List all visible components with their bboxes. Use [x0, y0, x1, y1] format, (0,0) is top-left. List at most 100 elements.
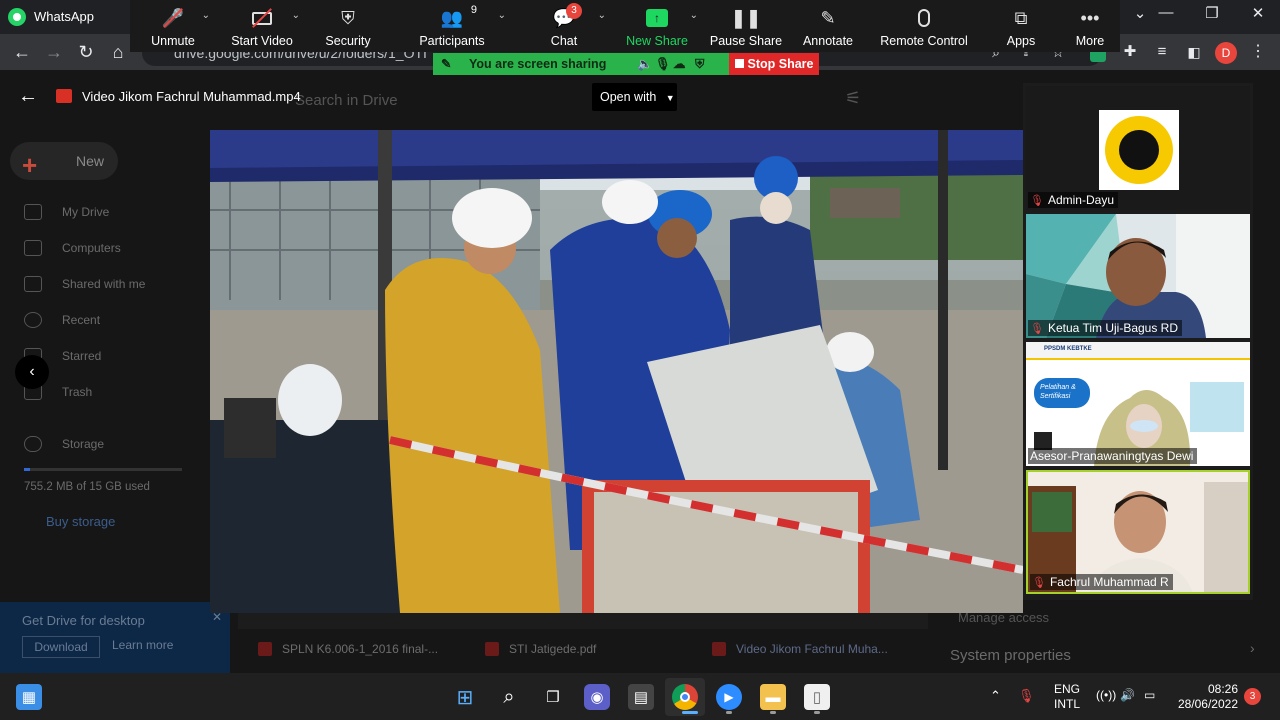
chevron-down-icon[interactable]: ⌄ [202, 10, 210, 21]
input-language[interactable]: ENG INTL [1050, 682, 1084, 712]
sidebar-label: Storage [62, 437, 105, 451]
restore-button[interactable]: ❐ [1192, 4, 1232, 22]
file-grid-strip [238, 613, 928, 629]
tray-chevron-up-icon[interactable]: ⌃ [990, 688, 1001, 703]
chevron-down-icon[interactable]: ⌄ [498, 10, 506, 21]
profile-avatar[interactable]: D [1215, 42, 1237, 64]
language-code: ENG [1053, 682, 1080, 696]
microphone-muted-icon: 🎤 [160, 6, 186, 30]
participant-tile[interactable]: 🎙 Admin-Dayu [1026, 86, 1250, 210]
widgets-icon[interactable]: ▦ [16, 684, 42, 710]
participant-name: Ketua Tim Uji-Bagus RD [1047, 321, 1179, 335]
clock-date: 28/06/2022 [1177, 697, 1238, 711]
sidebar-label: Trash [62, 385, 93, 399]
minimize-button[interactable]: — [1146, 4, 1186, 21]
pause-share-button[interactable]: ❚❚ Pause Share [702, 0, 790, 52]
apps-button[interactable]: ⧉ Apps [982, 0, 1060, 52]
security-button[interactable]: ⛨ Security [308, 0, 388, 52]
storage-bar [24, 468, 182, 471]
forward-arrow-icon[interactable]: → [40, 38, 68, 66]
running-indicator [726, 711, 732, 714]
remote-control-button[interactable]: Remote Control [866, 0, 982, 52]
participant-tile-active[interactable]: 🎙 Fachrul Muhammad R [1026, 470, 1250, 594]
storage-used: 755.2 MB of 15 GB used [24, 481, 150, 493]
microphone-muted-icon: 🎙 [655, 57, 671, 71]
kebab-menu-icon[interactable]: ⋮ [1244, 38, 1272, 66]
sidebar-label: Shared with me [62, 277, 146, 291]
participant-tile[interactable]: 🎙 Ketua Tim Uji-Bagus RD [1026, 214, 1250, 338]
side-panel-icon[interactable]: ◧ [1180, 38, 1208, 66]
shield-icon: ⛨ [695, 57, 705, 71]
cloud-icon: ☁ [673, 57, 686, 71]
search-icon[interactable]: ⌕ [496, 684, 522, 710]
clock[interactable]: 08:26 28/06/2022 [1172, 682, 1238, 712]
close-window-button[interactable]: ✕ [1238, 4, 1278, 22]
participants-icon: 👥 9 [440, 4, 477, 28]
file-explorer-icon[interactable]: ▬ [760, 684, 786, 710]
zoom-icon[interactable]: ▶ [716, 684, 742, 710]
microphone-in-use-icon[interactable]: 🎙 [1018, 688, 1035, 703]
chat-badge: 3 [566, 3, 582, 19]
microphone-muted-icon: 🎙 [1030, 194, 1044, 207]
toolbar-label: Chat [550, 34, 578, 48]
tab-title: WhatsApp [34, 9, 94, 24]
system-properties-heading: System properties [950, 647, 1071, 664]
whatsapp-tab[interactable]: WhatsApp [8, 4, 94, 30]
puzzle-extensions-icon[interactable]: ✚ [1116, 38, 1144, 66]
participant-name-tag: 🎙 Admin-Dayu [1028, 192, 1118, 208]
share-arrow: ↑ [646, 9, 668, 27]
back-arrow-icon[interactable]: ← [18, 85, 48, 108]
zoom-share-toolbar: 🎤 ⌄ Unmute ⌄ Start Video ⛨ Security 👥9 ⌄… [130, 0, 1120, 52]
notification-badge[interactable]: 3 [1244, 688, 1261, 705]
share-screen-icon: ↑ [644, 6, 670, 30]
task-view-icon[interactable]: ❐ [540, 684, 566, 710]
microphone-muted-icon: 🎙 [1032, 576, 1046, 589]
stop-share-button[interactable]: Stop Share [729, 53, 819, 75]
participant-name-tag: Asesor-Pranawaningtyas Dewi [1028, 448, 1198, 464]
start-video-button[interactable]: ⌄ Start Video [216, 0, 308, 52]
apps-icon: ⧉ [1014, 7, 1028, 28]
chat-app-icon[interactable]: ◉ [584, 684, 610, 710]
back-arrow-icon[interactable]: ← [8, 38, 36, 66]
video-file-icon [712, 642, 726, 656]
sidebar-item-recent: Recent [24, 312, 100, 328]
cloud-icon [24, 436, 42, 452]
get-drive-title: Get Drive for desktop [22, 613, 145, 628]
previous-file-button[interactable]: ‹ [15, 355, 49, 389]
annotate-button[interactable]: ✎ Annotate [790, 0, 866, 52]
unmute-button[interactable]: 🎤 ⌄ Unmute [130, 0, 216, 52]
wifi-icon[interactable]: ((•)) [1096, 688, 1116, 703]
new-share-button[interactable]: ↑ ⌄ New Share [612, 0, 702, 52]
participants-button[interactable]: 👥 9 ⌄ Participants [388, 0, 516, 52]
home-icon[interactable]: ⌂ [104, 38, 132, 66]
sidebar-item-storage: Storage [24, 436, 104, 452]
battery-icon[interactable]: ▭ [1144, 688, 1155, 703]
chevron-down-icon[interactable]: ⌄ [598, 10, 606, 21]
media-playlist-icon[interactable]: ≡ [1148, 38, 1176, 66]
speaker-icon: 🔈 [637, 57, 653, 71]
chevron-down-icon[interactable]: ⌄ [292, 10, 300, 21]
chat-button[interactable]: 💬 3 ⌄ Chat [516, 0, 612, 52]
chevron-down-icon[interactable]: ⌄ [690, 10, 698, 21]
chrome-icon[interactable] [672, 684, 698, 710]
shield-icon: ⛨ [341, 7, 355, 28]
volume-icon[interactable]: 🔊 [1120, 688, 1135, 703]
video-frame[interactable] [210, 130, 1023, 613]
chat-bubble-icon: 💬 3 [551, 3, 582, 30]
more-button[interactable]: ••• More [1060, 0, 1120, 52]
reload-icon[interactable]: ↻ [72, 38, 100, 66]
stop-icon [734, 59, 744, 68]
screen-sharing-banner[interactable]: ✎ You are screen sharing 🔈 🎙 ☁ ⛨ [433, 53, 729, 75]
people-icon [24, 276, 42, 292]
sidebar-item-computers: Computers [24, 240, 121, 256]
open-with-button[interactable]: Open with ▼ [592, 83, 677, 111]
video-camera-off-icon [249, 6, 275, 30]
pdf-icon [258, 642, 272, 656]
keyboard-layout: INTL [1053, 697, 1080, 711]
start-menu-icon[interactable]: ⊞ [452, 684, 478, 710]
sidebar-item-my-drive: My Drive [24, 204, 109, 220]
participant-tile[interactable]: PPSDM KEBTKE Pelatihan & Sertifikasi Ase… [1026, 342, 1250, 466]
document-icon[interactable]: ▯ [804, 684, 830, 710]
participant-name: Asesor-Pranawaningtyas Dewi [1030, 449, 1194, 463]
store-icon[interactable]: ▤ [628, 684, 654, 710]
